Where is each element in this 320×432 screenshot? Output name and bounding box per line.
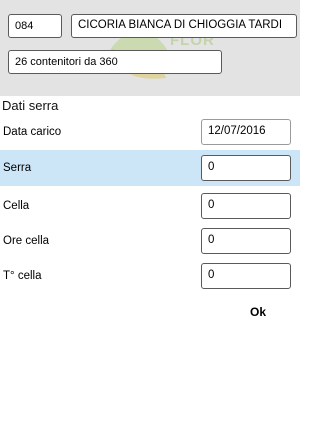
data-carico-value: 12/07/2016 [208, 125, 266, 138]
section-title: Dati serra [2, 98, 59, 113]
row-temperatura-cella: T° cella 0 [0, 258, 300, 294]
product-code-value: 084 [15, 19, 34, 32]
cella-field[interactable]: 0 [201, 193, 291, 219]
ore-cella-field[interactable]: 0 [201, 228, 291, 254]
row-serra[interactable]: Serra 0 [0, 150, 300, 186]
serra-label: Serra [3, 162, 32, 174]
data-carico-field[interactable]: 12/07/2016 [201, 119, 291, 145]
cella-value: 0 [208, 199, 215, 212]
product-name-value: CICORIA BIANCA DI CHIOGGIA TARDI [78, 19, 283, 32]
temperatura-cella-field[interactable]: 0 [201, 263, 291, 289]
temperatura-cella-label: T° cella [3, 270, 42, 282]
row-ore-cella: Ore cella 0 [0, 223, 300, 259]
row-cella: Cella 0 [0, 188, 300, 224]
quantity-value: 26 contenitori da 360 [15, 55, 118, 68]
product-code-field[interactable]: 084 [8, 14, 62, 38]
product-name-field[interactable]: CICORIA BIANCA DI CHIOGGIA TARDI [71, 14, 297, 38]
cella-label: Cella [3, 200, 30, 212]
row-data-carico: Data carico 12/07/2016 [0, 114, 300, 150]
serra-value: 0 [208, 161, 215, 174]
ore-cella-label: Ore cella [3, 235, 50, 247]
serra-field[interactable]: 0 [201, 155, 291, 181]
header-panel: FLOR 084 CICORIA BIANCA DI CHIOGGIA TARD… [0, 0, 300, 96]
temperatura-cella-value: 0 [208, 269, 215, 282]
ore-cella-value: 0 [208, 234, 215, 247]
ok-button[interactable]: Ok [240, 302, 276, 322]
quantity-field[interactable]: 26 contenitori da 360 [8, 50, 222, 74]
data-carico-label: Data carico [3, 126, 62, 138]
